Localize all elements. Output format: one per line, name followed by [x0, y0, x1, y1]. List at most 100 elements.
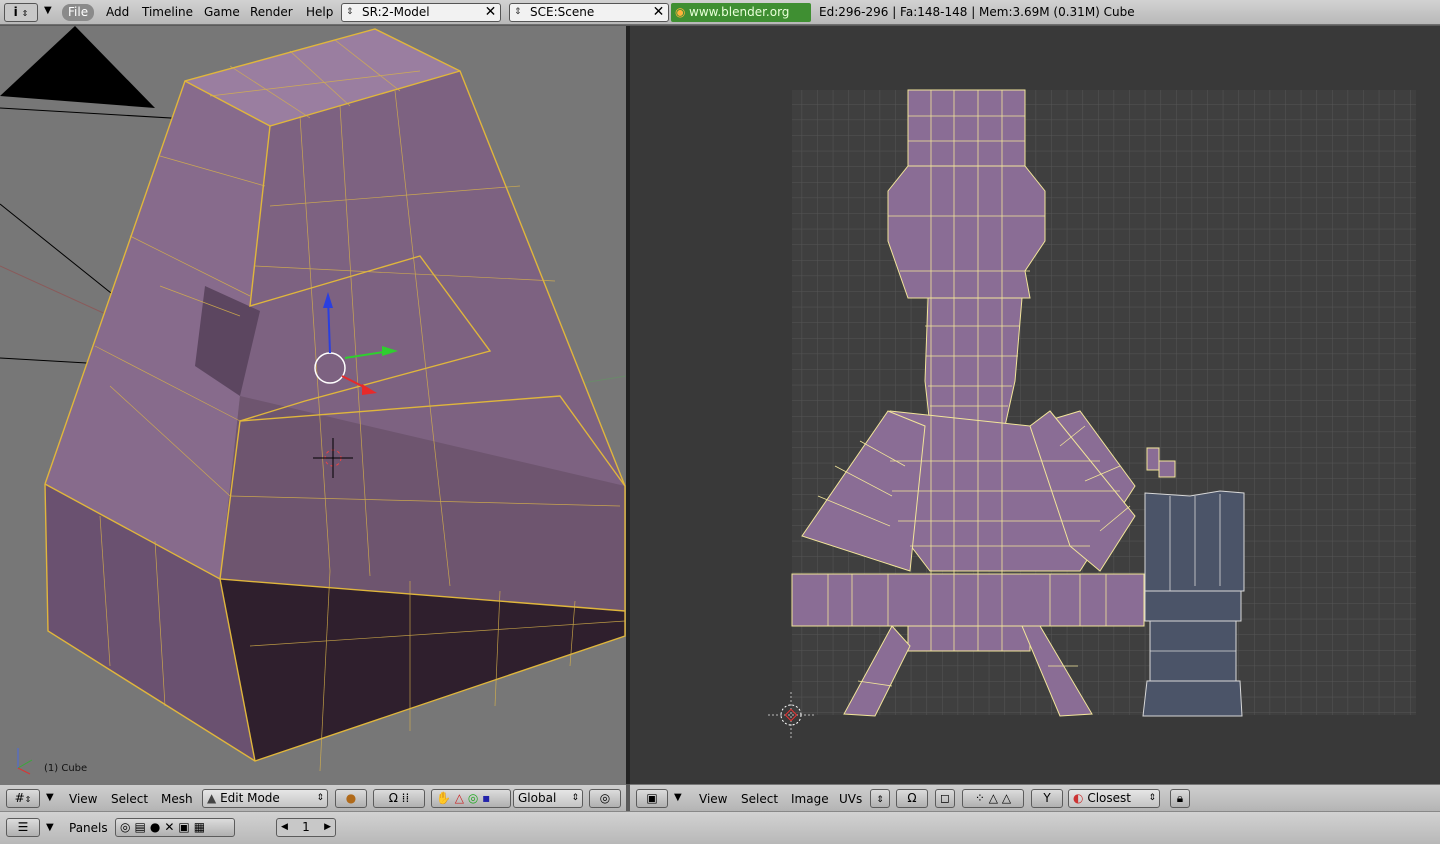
uv-island-belly — [907, 625, 1031, 652]
collapse-menu-icon[interactable]: ▼ — [46, 822, 54, 833]
uv-island-block-mid — [1144, 590, 1242, 622]
rotate-icon[interactable]: ◎ — [468, 791, 478, 805]
edit-mode-icon: ▲ — [207, 791, 217, 805]
mesh-view-canvas[interactable] — [0, 26, 626, 784]
uv-island-waist — [924, 297, 1023, 427]
sync-icon: ◻ — [940, 791, 950, 805]
uv-island-block-top — [1144, 490, 1245, 592]
menu-file[interactable]: File — [62, 4, 95, 21]
orientation-selector[interactable]: Global ⇕ — [513, 789, 583, 808]
menu-image[interactable]: Image — [791, 791, 829, 807]
view-axis-gizmo — [17, 748, 33, 775]
proportional-edit-selector[interactable]: ◎ — [589, 789, 621, 808]
chevron-left-icon[interactable]: ◀ — [281, 819, 288, 836]
menu-add[interactable]: Add — [102, 4, 133, 21]
menu-select[interactable]: Select — [111, 791, 148, 807]
lock-icon: 🔒︎ — [1176, 791, 1184, 805]
script-icon[interactable]: ▤ — [134, 820, 149, 834]
editing-icon[interactable]: ▣ — [178, 820, 193, 834]
menu-select[interactable]: Select — [741, 791, 778, 807]
pivot-icon: Ω ⁞⁞ — [388, 791, 410, 805]
scene-selector[interactable]: ⇕ SCE:Scene ✕ — [509, 3, 669, 22]
scene-name[interactable]: SCE:Scene — [530, 5, 594, 20]
mode-label: Edit Mode — [220, 791, 280, 805]
blender-website-link[interactable]: ◉ www.blender.org 249 — [671, 3, 811, 38]
menu-help[interactable]: Help — [302, 4, 337, 21]
snap-target-selector[interactable]: ◐ Closest ⇕ — [1068, 789, 1160, 808]
hand-icon[interactable]: ✋ — [436, 791, 451, 805]
snap-label: Closest — [1087, 791, 1131, 805]
uv-island-head — [887, 165, 1046, 299]
sticky-mode-selector[interactable]: Y — [1031, 789, 1063, 808]
close-icon[interactable]: ✕ — [651, 5, 666, 20]
manipulator-toggles[interactable]: ✋ △ ◎ ▪ — [431, 789, 511, 808]
image-editor-icon: ▣ — [646, 791, 658, 805]
edge-select-icon[interactable]: △ — [989, 791, 998, 805]
face-select-icon[interactable]: △ — [1002, 791, 1011, 805]
screen-name[interactable]: SR:2-Model — [362, 5, 430, 20]
menu-render[interactable]: Render — [246, 4, 297, 21]
editor-type-selector[interactable]: ▣ — [636, 789, 668, 808]
uv-canvas[interactable] — [630, 26, 1440, 784]
pivot-selector[interactable]: Ω ⁞⁞ — [373, 789, 425, 808]
menu-mesh[interactable]: Mesh — [161, 791, 193, 807]
uv-editor-header: ▣ ▼ View Select Image UVs ⇕ Ω ◻ ⁘ △ △ Y … — [630, 784, 1440, 811]
image-browse-button[interactable]: ⇕ — [870, 789, 890, 808]
snap-magnet-icon[interactable]: ◐ — [1073, 791, 1083, 805]
editor-type-selector[interactable]: ☰ — [6, 818, 40, 837]
updown-arrow-icon: ⇕ — [316, 793, 324, 803]
object-icon[interactable]: ✕ — [164, 820, 178, 834]
vertex-select-icon[interactable]: ⁘ — [975, 791, 985, 805]
top-menu-bar: i ⇕ ▼ File Add Timeline Game Render Help… — [0, 0, 1440, 38]
3d-view-header: #⇕ ▼ View Select Mesh ▲ Edit Mode ⇕ ● Ω … — [0, 784, 626, 811]
updown-arrow-icon: ⇕ — [346, 7, 354, 17]
close-icon[interactable]: ✕ — [483, 5, 498, 20]
menu-game[interactable]: Game — [200, 4, 244, 21]
updown-arrow-icon: ⇕ — [1148, 793, 1156, 803]
collapse-menu-icon[interactable]: ▼ — [44, 5, 52, 16]
updown-arrow-icon: ⇕ — [514, 7, 522, 17]
scene-stats: Ed:296-296 | Fa:148-148 | Mem:3.69M (0.3… — [819, 5, 1135, 19]
scene-icon[interactable]: ▦ — [194, 820, 209, 834]
sticky-icon: Y — [1043, 791, 1051, 805]
scale-icon[interactable]: ▪ — [482, 791, 490, 805]
uv-island-block-bottom — [1142, 680, 1243, 717]
chevron-right-icon[interactable]: ▶ — [324, 819, 331, 836]
uv-island-small-a — [1146, 447, 1160, 471]
sync-select-button[interactable]: ◻ — [935, 789, 955, 808]
collapse-menu-icon[interactable]: ▼ — [46, 792, 54, 803]
3d-viewport[interactable]: (1) Cube — [0, 26, 626, 784]
menu-view[interactable]: View — [699, 791, 727, 807]
lock-button[interactable]: 🔒︎ — [1170, 789, 1190, 808]
menu-view[interactable]: View — [69, 791, 97, 807]
menu-uvs[interactable]: UVs — [839, 791, 862, 807]
orientation-label: Global — [518, 791, 557, 805]
draw-type-selector[interactable]: ● — [335, 789, 367, 808]
screen-selector[interactable]: ⇕ SR:2-Model ✕ — [341, 3, 501, 22]
shading-icon[interactable]: ● — [150, 820, 164, 834]
updown-arrow-icon: ⇕ — [24, 795, 32, 804]
mode-selector[interactable]: ▲ Edit Mode ⇕ — [202, 789, 328, 808]
uv-image-editor[interactable] — [630, 26, 1440, 784]
solid-shading-icon: ● — [345, 791, 357, 805]
uv-island-hip — [791, 573, 1145, 627]
context-buttons[interactable]: ◎▤●✕▣▦ — [115, 818, 235, 837]
translate-icon[interactable]: △ — [455, 791, 464, 805]
logic-icon[interactable]: ◎ — [120, 820, 134, 834]
menu-timeline[interactable]: Timeline — [138, 4, 197, 21]
frame-number: 1 — [302, 820, 310, 834]
pivot-icon: Ω — [907, 791, 917, 805]
updown-arrow-icon: ⇕ — [571, 793, 579, 803]
uv-pivot-selector[interactable]: Ω — [896, 789, 928, 808]
blender-logo-icon: ◉ — [675, 5, 686, 19]
editor-type-selector[interactable]: i ⇕ — [4, 3, 38, 22]
info-icon: i — [13, 5, 18, 19]
panels-menu[interactable]: Panels — [69, 820, 108, 836]
active-object-label: (1) Cube — [44, 763, 88, 774]
grid-icon: # — [14, 791, 25, 805]
editor-type-selector[interactable]: #⇕ — [6, 789, 40, 808]
uv-island-unselected — [1142, 490, 1245, 717]
select-mode-buttons[interactable]: ⁘ △ △ — [962, 789, 1024, 808]
collapse-menu-icon[interactable]: ▼ — [674, 792, 682, 803]
frame-number-field[interactable]: ◀ 1 ▶ — [276, 818, 336, 837]
